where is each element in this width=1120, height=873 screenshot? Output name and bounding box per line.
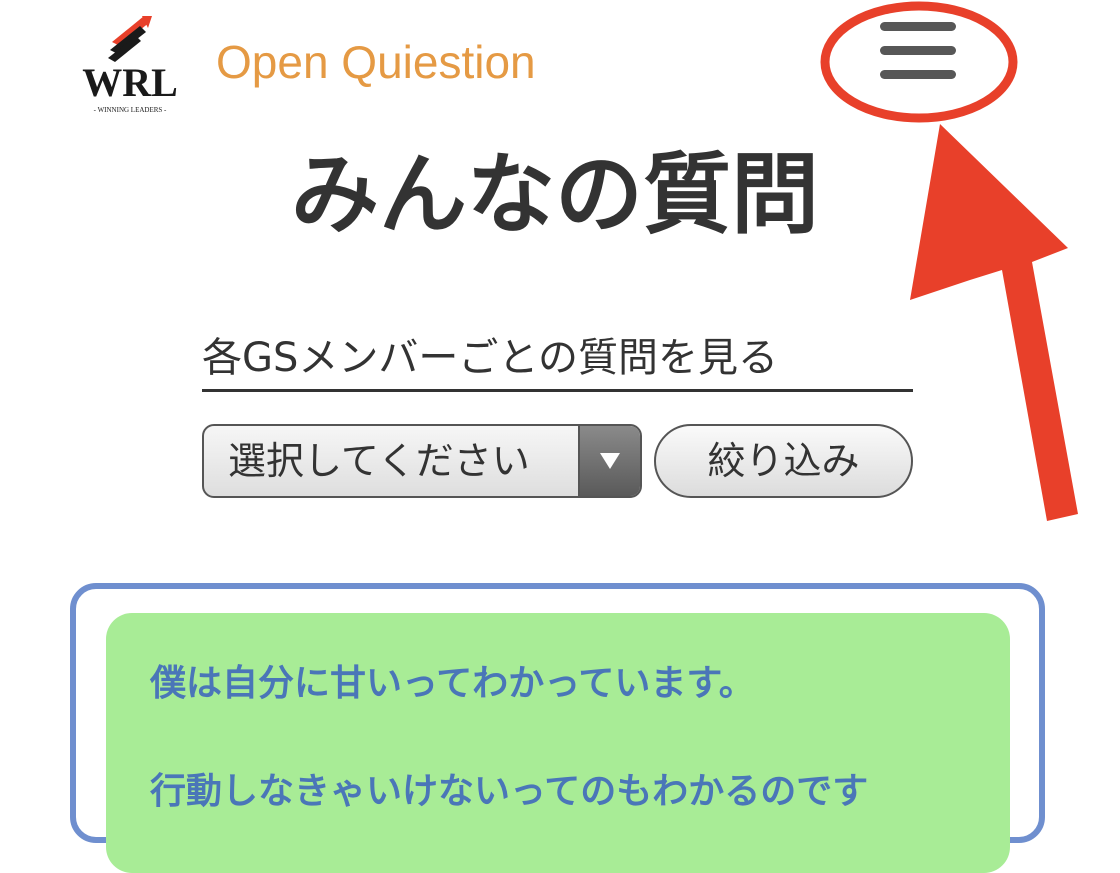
wrl-logo[interactable]: WRL - WINNING LEADERS - <box>78 12 182 116</box>
logo-wordmark: WRL <box>82 60 178 105</box>
site-title[interactable]: Open Quiestion <box>216 34 536 90</box>
question-bubble[interactable]: 僕は自分に甘いってわかっています。 行動しなきゃいけないってのもわかるのです <box>106 613 1010 873</box>
menu-bar-middle <box>880 46 956 55</box>
filter-heading: 各GSメンバーごとの質問を見る <box>202 330 913 392</box>
menu-bar-bottom <box>880 70 956 79</box>
member-select[interactable]: 選択してください <box>202 424 642 498</box>
hamburger-menu-icon[interactable] <box>868 16 968 92</box>
question-card: 僕は自分に甘いってわかっています。 行動しなきゃいけないってのもわかるのです <box>70 583 1045 873</box>
menu-bar-top <box>880 22 956 31</box>
select-value: 選択してください <box>228 439 530 483</box>
filter-button[interactable]: 絞り込み <box>654 424 913 498</box>
page-title: みんなの質問 <box>290 143 819 246</box>
logo-tagline: - WINNING LEADERS - <box>94 106 167 114</box>
triangle-down-icon[interactable] <box>578 426 640 496</box>
question-line: 行動しなきゃいけないってのもわかるのです <box>150 771 869 812</box>
question-line: 僕は自分に甘いってわかっています。 <box>150 663 755 704</box>
